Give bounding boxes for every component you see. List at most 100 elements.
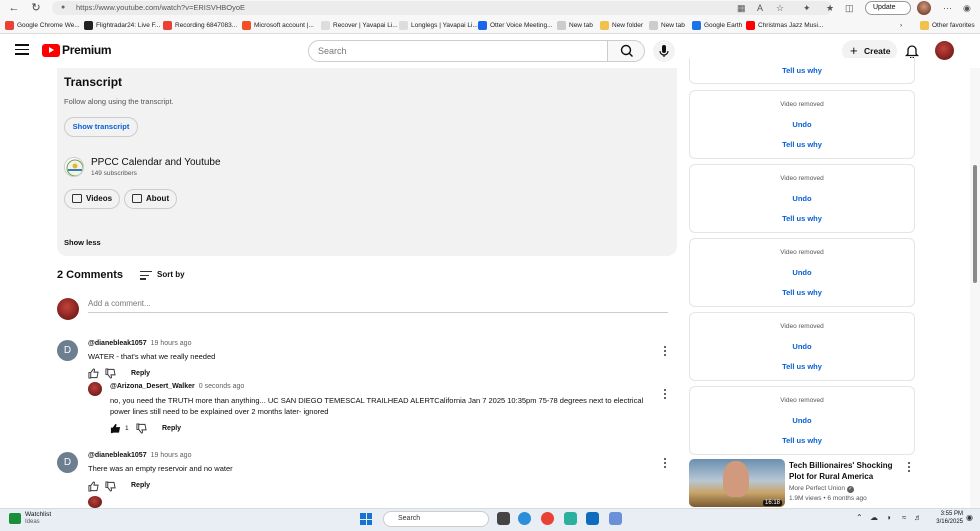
address-bar[interactable]: ● https://www.youtube.com/watch?v=ERISVH… — [52, 1, 832, 15]
comment-author[interactable]: @dianebleak1057 19 hours ago — [88, 340, 191, 347]
wifi-icon[interactable]: ≈ — [902, 513, 906, 522]
update-button[interactable]: Update — [865, 1, 911, 15]
collections-icon[interactable]: ◫ — [845, 1, 854, 15]
reply-author[interactable]: @Arizona_Desert_Walker 0 seconds ago — [110, 383, 244, 390]
bookmark-item[interactable]: New tab — [649, 20, 685, 31]
watchlist-title[interactable]: Watchlist — [25, 511, 51, 518]
more-actions-icon[interactable] — [664, 346, 667, 358]
watchlist-subtitle: Ideas — [25, 519, 40, 525]
reply-button[interactable]: Reply — [131, 370, 150, 377]
taskbar-search-input[interactable]: Search — [383, 511, 489, 527]
comment-author[interactable]: @dianebleak1057 19 hours ago — [88, 452, 191, 459]
tell-us-why-link[interactable]: Tell us why — [690, 288, 914, 297]
undo-button[interactable]: Undo — [690, 194, 914, 203]
bookmark-item[interactable]: Christmas Jazz Musi... — [746, 20, 823, 31]
copilot-icon[interactable]: ◉ — [963, 1, 971, 15]
commenter-avatar[interactable]: D — [57, 340, 78, 361]
channel-avatar[interactable] — [64, 157, 84, 177]
favorite-star-icon[interactable]: ☆ — [776, 1, 784, 15]
watchlist-icon[interactable] — [9, 513, 21, 524]
more-menu-icon[interactable]: ⋯ — [943, 1, 952, 15]
chevron-up-icon[interactable]: ⌃ — [856, 513, 863, 522]
show-less-button[interactable]: Show less — [64, 238, 101, 247]
voice-search-button[interactable] — [653, 40, 675, 62]
video-channel[interactable]: More Perfect Union ✓ — [789, 485, 854, 493]
about-button[interactable]: About — [124, 189, 177, 209]
refresh-icon[interactable]: ↻ — [28, 1, 44, 15]
tell-us-why-link[interactable]: Tell us why — [690, 66, 914, 75]
profile-avatar[interactable] — [917, 1, 931, 15]
bookmark-folder[interactable]: New folder — [600, 20, 643, 31]
like-icon[interactable] — [88, 481, 99, 492]
create-label: Create — [864, 46, 891, 56]
app-icon[interactable]: ▦ — [737, 1, 746, 15]
add-comment-input[interactable]: Add a comment... — [88, 299, 668, 313]
account-avatar[interactable] — [935, 41, 954, 60]
bookmark-item[interactable]: Google Chrome We... — [5, 20, 80, 31]
page-scrollbar[interactable] — [970, 68, 980, 508]
notification-bell-icon[interactable]: ◉ — [966, 513, 973, 522]
undo-button[interactable]: Undo — [690, 342, 914, 351]
videos-button[interactable]: Videos — [64, 189, 120, 209]
video-thumbnail[interactable]: 16:18 — [689, 459, 785, 507]
reply-button[interactable]: Reply — [162, 425, 181, 432]
more-actions-icon[interactable] — [664, 389, 667, 401]
dislike-icon[interactable] — [105, 481, 116, 492]
bookmark-item[interactable]: Longlegs | Yavapai Li... — [399, 20, 478, 31]
extensions-icon[interactable]: ✦ — [803, 1, 811, 15]
snipping-tool-icon[interactable] — [609, 512, 622, 525]
reply-time: 0 seconds ago — [198, 383, 245, 390]
comments-count: 2 Comments — [57, 269, 124, 281]
tell-us-why-link[interactable]: Tell us why — [690, 436, 914, 445]
volume-icon[interactable]: ♬ — [914, 513, 922, 522]
tell-us-why-link[interactable]: Tell us why — [690, 362, 914, 371]
edge-icon[interactable] — [518, 512, 531, 525]
more-actions-icon[interactable] — [908, 462, 911, 474]
dislike-icon[interactable] — [136, 423, 147, 434]
back-icon[interactable]: ← — [6, 1, 22, 15]
windows-start-icon[interactable] — [360, 513, 372, 525]
bookmark-item[interactable]: Microsoft account |... — [242, 20, 314, 31]
bookmark-item[interactable]: Otter Voice Meeting... — [478, 20, 553, 31]
channel-name[interactable]: PPCC Calendar and Youtube — [91, 157, 221, 168]
youtube-logo[interactable]: Premium — [42, 43, 112, 57]
bookmark-item[interactable]: Google Earth — [692, 20, 742, 31]
search-input[interactable]: Search — [308, 40, 608, 62]
cloud-icon[interactable]: ☁ — [870, 513, 878, 522]
commenter-avatar[interactable]: D — [57, 452, 78, 473]
search-button[interactable] — [607, 40, 645, 62]
transcript-title: Transcript — [64, 75, 123, 89]
tell-us-why-link[interactable]: Tell us why — [690, 214, 914, 223]
read-aloud-icon[interactable]: A — [757, 1, 763, 15]
undo-button[interactable]: Undo — [690, 416, 914, 425]
more-actions-icon[interactable] — [664, 458, 667, 470]
chrome-icon[interactable] — [541, 512, 554, 525]
reply-author-avatar[interactable] — [88, 382, 102, 396]
bookmark-item[interactable]: Recover | Yavapai Li... — [321, 20, 398, 31]
chevron-right-icon[interactable]: › — [900, 20, 902, 31]
reply-author-avatar[interactable] — [88, 496, 102, 508]
reply-button[interactable]: Reply — [131, 482, 150, 489]
show-transcript-button[interactable]: Show transcript — [64, 117, 138, 137]
other-favorites[interactable]: Other favorites — [920, 20, 975, 31]
like-icon[interactable] — [88, 368, 99, 379]
task-view-icon[interactable] — [497, 512, 510, 525]
menu-icon[interactable] — [15, 44, 29, 56]
notifications-bell-icon[interactable] — [904, 43, 920, 60]
outlook-icon[interactable] — [586, 512, 599, 525]
scrollbar-thumb[interactable] — [973, 165, 977, 283]
like-filled-icon[interactable] — [110, 423, 121, 434]
bookmark-item[interactable]: Recording 6847083... — [163, 20, 237, 31]
bookmark-item[interactable]: New tab — [557, 20, 593, 31]
dislike-icon[interactable] — [105, 368, 116, 379]
favorites-icon[interactable]: ★ — [826, 1, 834, 15]
undo-button[interactable]: Undo — [690, 120, 914, 129]
tell-us-why-link[interactable]: Tell us why — [690, 140, 914, 149]
language-icon[interactable]: ◑ — [886, 513, 891, 522]
taskbar-clock[interactable]: 3:55 PM 3/16/2025 — [927, 510, 963, 526]
bookmark-item[interactable]: Flightradar24: Live F... — [84, 20, 160, 31]
photos-icon[interactable] — [564, 512, 577, 525]
sort-by-button[interactable]: Sort by — [140, 269, 185, 281]
video-title[interactable]: Tech Billionaires' Shocking Plot for Rur… — [789, 460, 909, 482]
undo-button[interactable]: Undo — [690, 268, 914, 277]
